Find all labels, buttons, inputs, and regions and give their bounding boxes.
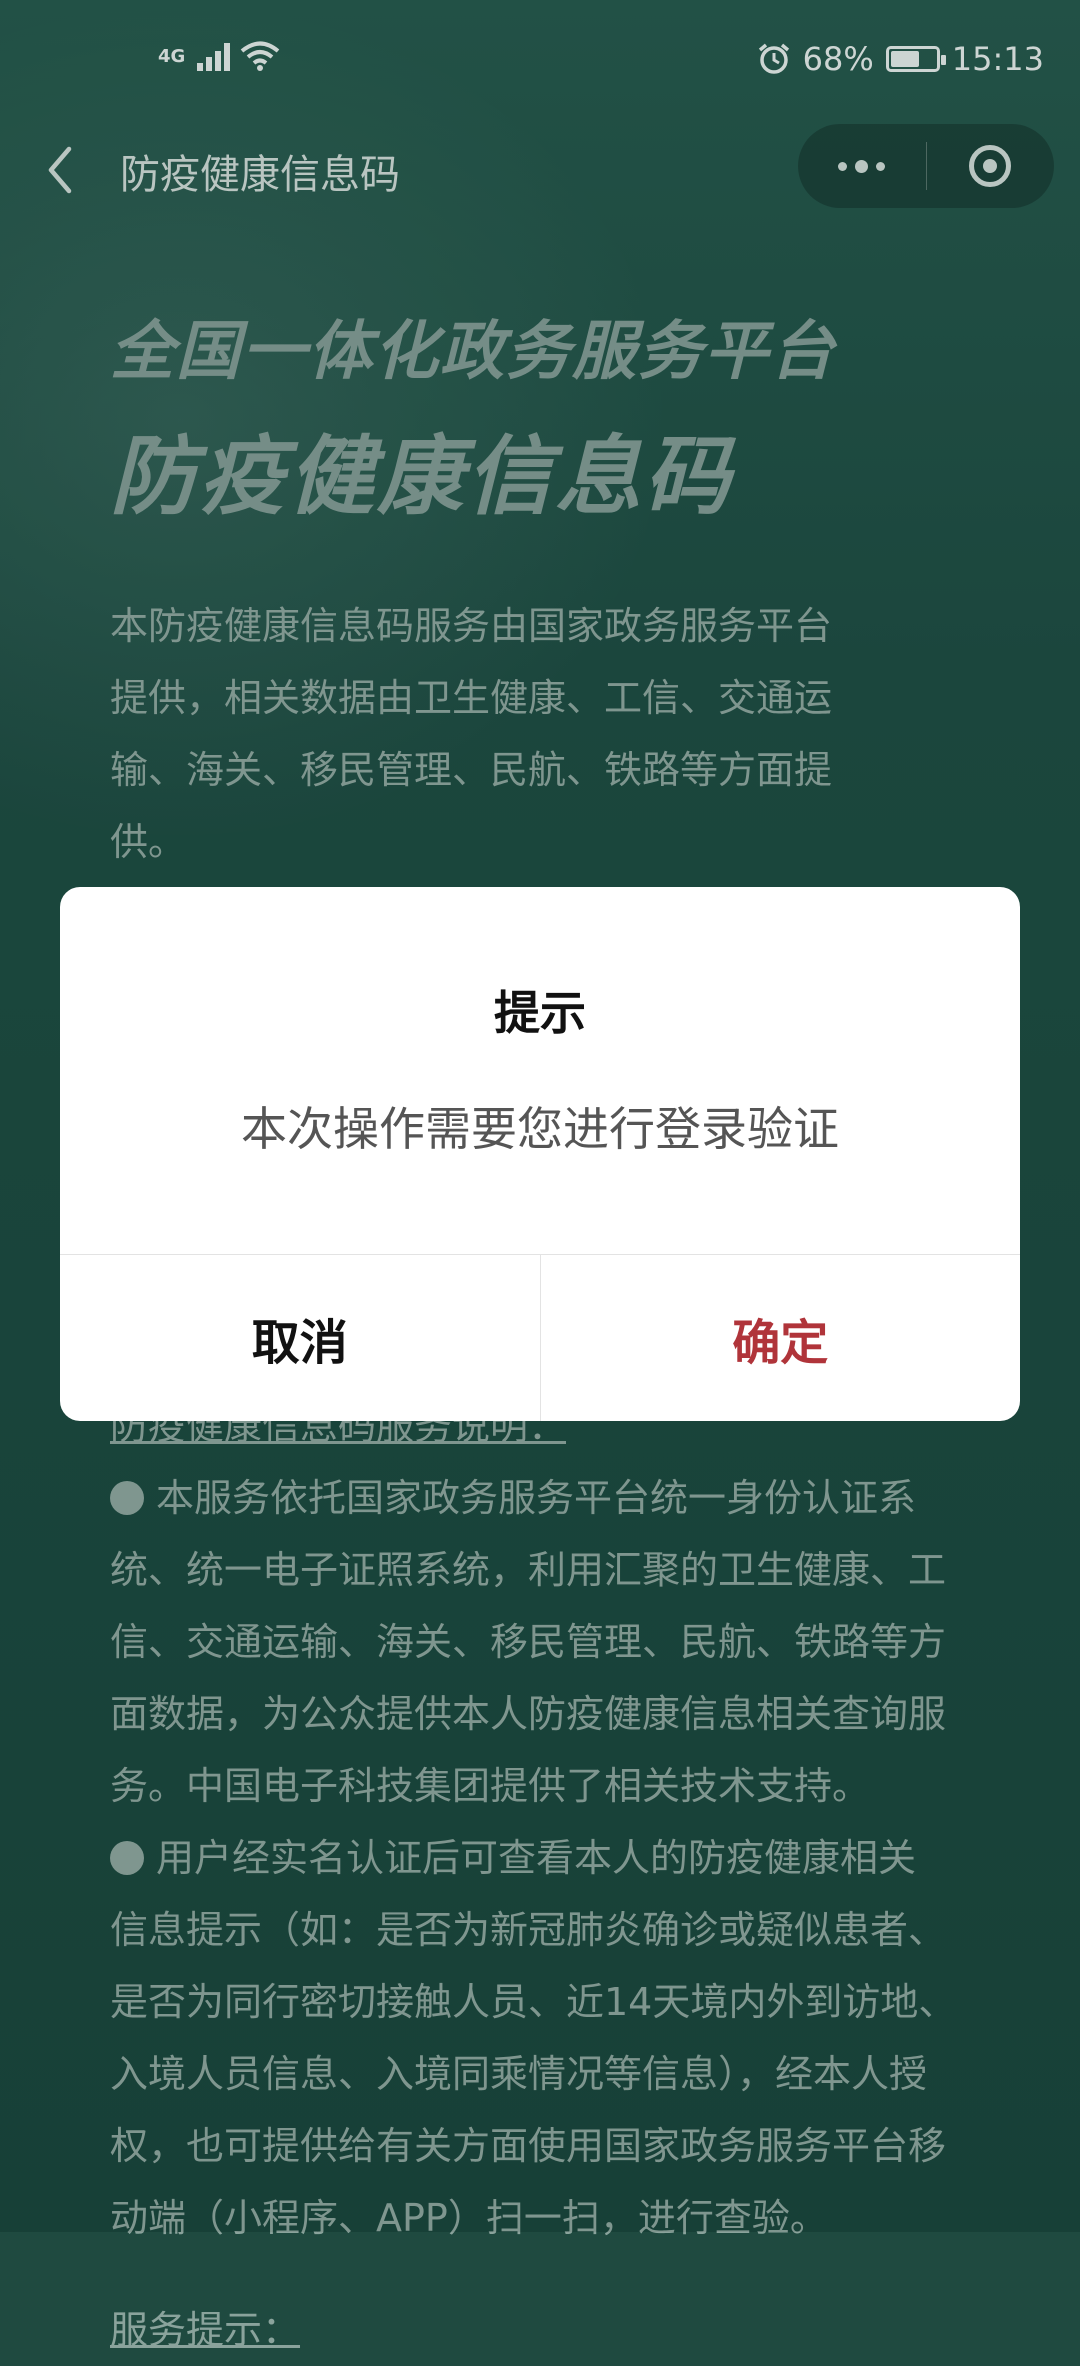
service-tips-heading: 服务提示： [110,2308,301,2352]
cancel-button[interactable]: 取消 [60,1255,541,1421]
dialog-message: 本次操作需要您进行登录验证 [241,1102,839,1156]
dialog-actions: 取消 确定 [60,1254,1020,1421]
dialog-title: 提示 [494,986,586,1040]
confirm-button[interactable]: 确定 [541,1255,1021,1421]
login-prompt-dialog: 提示 本次操作需要您进行登录验证 取消 确定 [60,887,1020,1421]
